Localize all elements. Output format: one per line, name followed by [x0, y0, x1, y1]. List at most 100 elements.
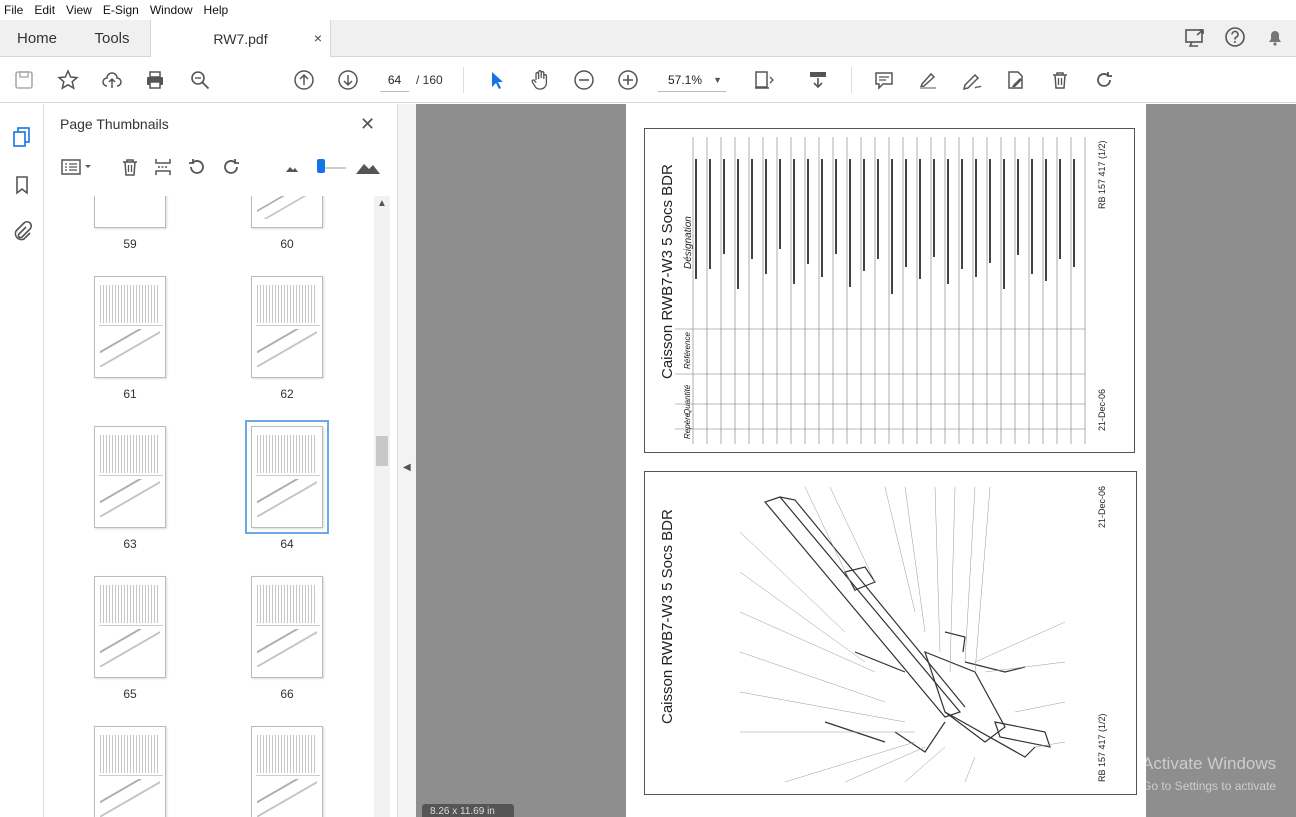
- save-icon[interactable]: [12, 68, 36, 92]
- zoom-level-value: 57.1%: [668, 73, 703, 87]
- exploded-diagram-frame: Caisson RWB7-W3 5 Socs BDR RB 157 417 (1…: [644, 471, 1137, 795]
- page-number-label: 63: [123, 537, 137, 551]
- find-zoom-icon[interactable]: [188, 68, 212, 92]
- diagram-title: Caisson RWB7-W3 5 Socs BDR: [659, 509, 676, 724]
- help-icon[interactable]: [1224, 26, 1246, 48]
- page-number-label: 60: [280, 237, 294, 251]
- menu-help[interactable]: Help: [204, 3, 229, 17]
- toolbar-divider: [851, 67, 852, 93]
- windows-activation-watermark: Activate Windows Go to Settings to activ…: [1142, 753, 1276, 797]
- previous-page-icon[interactable]: [292, 68, 316, 92]
- close-panel-icon[interactable]: ✕: [360, 114, 375, 135]
- close-tab-icon[interactable]: ×: [314, 30, 322, 46]
- scroll-up-icon[interactable]: ▲: [377, 198, 387, 209]
- delete-trash-icon[interactable]: [1048, 68, 1072, 92]
- page-thumbnail[interactable]: [94, 726, 166, 817]
- rotate-left-icon[interactable]: [185, 155, 209, 179]
- share-screen-icon[interactable]: [1184, 26, 1206, 48]
- panel-collapse-handle[interactable]: ◀: [398, 104, 416, 817]
- quantite-header: Quantité: [683, 384, 692, 415]
- table-title: Caisson RWB7-W3 5 Socs BDR: [659, 164, 676, 379]
- bookmarks-icon[interactable]: [11, 174, 33, 196]
- parts-table-grid: [675, 137, 1086, 444]
- tab-bar: Home Tools RW7.pdf ×: [0, 20, 1296, 58]
- attachments-paperclip-icon[interactable]: [11, 220, 33, 242]
- reference-code: RB 157 417 (1/2): [1097, 140, 1107, 209]
- main-toolbar: 64 / 160 57.1% ▼: [0, 57, 1296, 103]
- collapse-arrow-icon: ◀: [403, 462, 411, 473]
- page-thumbnail[interactable]: [94, 196, 166, 228]
- page-number-label: 59: [123, 237, 137, 251]
- edit-pdf-icon[interactable]: [1004, 68, 1028, 92]
- thumbnail-size-slider[interactable]: [322, 167, 346, 169]
- menu-window[interactable]: Window: [150, 3, 193, 17]
- repere-header: Repère: [683, 412, 692, 439]
- thumbnail-smaller-icon[interactable]: [280, 155, 304, 179]
- document-date: 21-Dec-06: [1097, 388, 1107, 431]
- panel-title: Page Thumbnails: [60, 116, 169, 132]
- designation-header: Désignation: [683, 216, 694, 269]
- print-icon[interactable]: [143, 68, 167, 92]
- slider-handle[interactable]: [317, 159, 325, 173]
- tab-document-label: RW7.pdf: [213, 31, 268, 47]
- comment-icon[interactable]: [872, 68, 896, 92]
- navigation-rail: [0, 104, 44, 817]
- zoom-in-icon[interactable]: [616, 68, 640, 92]
- zoom-level-select[interactable]: 57.1% ▼: [658, 68, 726, 92]
- menu-esign[interactable]: E-Sign: [103, 3, 139, 17]
- page-number-label: 65: [123, 687, 137, 701]
- scroll-mode-icon[interactable]: [806, 68, 830, 92]
- diagram-reference-code: RB 157 417 (1/2): [1097, 713, 1107, 782]
- draw-sign-icon[interactable]: [960, 68, 984, 92]
- page-thumbnail[interactable]: [94, 426, 166, 528]
- page-number-label: 64: [280, 537, 294, 551]
- tab-home[interactable]: Home: [0, 20, 74, 57]
- toolbar-divider: [463, 67, 464, 93]
- bookmark-star-icon[interactable]: [56, 68, 80, 92]
- page-thumbnails-icon[interactable]: [11, 126, 33, 148]
- page-thumbnails-panel: Page Thumbnails ✕ 59 60 61 62 63 64 65 6…: [44, 104, 398, 817]
- menu-edit[interactable]: Edit: [34, 3, 55, 17]
- next-page-icon[interactable]: [336, 68, 360, 92]
- parts-table-frame: Caisson RWB7-W3 5 Socs BDR Désignation R…: [644, 128, 1135, 453]
- page-fit-icon[interactable]: [752, 68, 776, 92]
- rotate-right-icon[interactable]: [219, 155, 243, 179]
- upload-cloud-icon[interactable]: [100, 68, 124, 92]
- zoom-out-icon[interactable]: [572, 68, 596, 92]
- menu-view[interactable]: View: [66, 3, 92, 17]
- page-thumbnail[interactable]: [251, 576, 323, 678]
- scrollbar-thumb[interactable]: [376, 436, 388, 466]
- menu-file[interactable]: File: [4, 3, 23, 17]
- redo-rotate-icon[interactable]: [1092, 68, 1116, 92]
- page-number-label: 62: [280, 387, 294, 401]
- page-thumbnail[interactable]: [94, 576, 166, 678]
- delete-pages-icon[interactable]: [118, 155, 142, 179]
- thumbnail-toolbar: [44, 150, 398, 184]
- extract-pages-icon[interactable]: [151, 155, 175, 179]
- hand-tool-icon[interactable]: [528, 68, 552, 92]
- menu-bar: File Edit View E-Sign Window Help: [0, 0, 1296, 20]
- page-number-label: 61: [123, 387, 137, 401]
- page-thumbnail-selected[interactable]: [245, 420, 329, 534]
- exploded-parts-diagram: [739, 486, 1066, 783]
- notification-bell-icon[interactable]: [1264, 26, 1286, 48]
- watermark-line-1: Activate Windows: [1142, 754, 1277, 773]
- chevron-down-icon: ▼: [713, 75, 722, 85]
- tab-tools[interactable]: Tools: [74, 20, 150, 57]
- select-cursor-icon[interactable]: [484, 68, 508, 92]
- thumbnail-scrollbar[interactable]: ▲: [374, 196, 390, 817]
- tab-document[interactable]: RW7.pdf ×: [150, 20, 331, 58]
- diagram-date: 21-Dec-06: [1097, 485, 1107, 528]
- page-thumbnail[interactable]: [251, 726, 323, 817]
- thumbnail-list: 59 60 61 62 63 64 65 66: [44, 196, 374, 817]
- document-view[interactable]: Caisson RWB7-W3 5 Socs BDR Désignation R…: [416, 104, 1296, 817]
- pdf-page: Caisson RWB7-W3 5 Socs BDR Désignation R…: [626, 104, 1146, 817]
- page-thumbnail[interactable]: [251, 276, 323, 378]
- highlight-pen-icon[interactable]: [916, 68, 940, 92]
- thumbnail-options-menu-icon[interactable]: [60, 155, 94, 179]
- page-thumbnail[interactable]: [251, 196, 323, 228]
- page-thumbnail[interactable]: [94, 276, 166, 378]
- reference-header: Référence: [683, 332, 692, 369]
- page-number-input[interactable]: 64: [380, 68, 409, 92]
- thumbnail-larger-icon[interactable]: [354, 155, 382, 179]
